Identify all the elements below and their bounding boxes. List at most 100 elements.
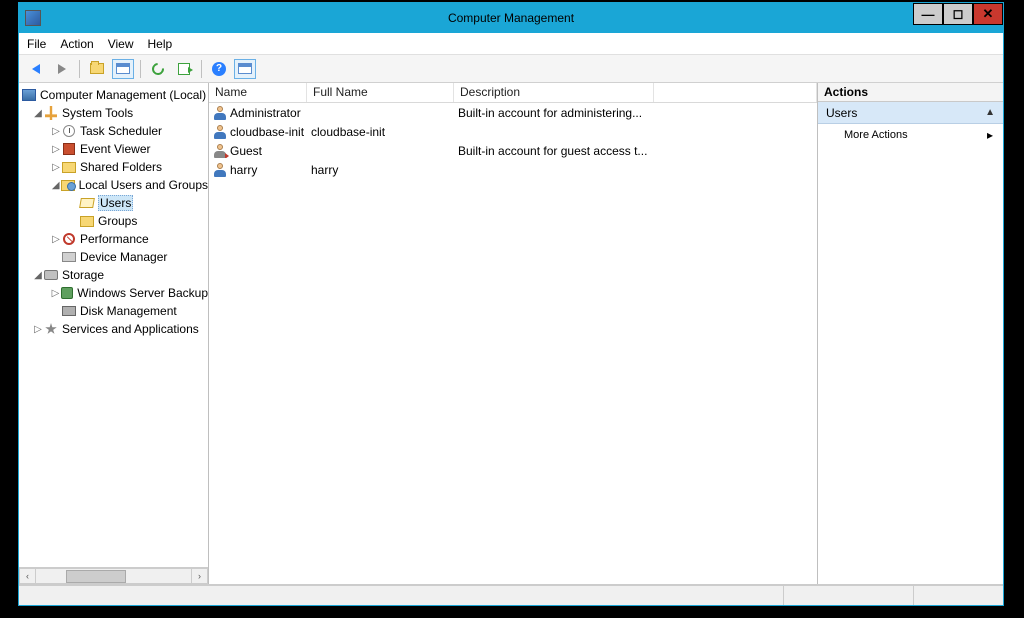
column-header-full-name[interactable]: Full Name — [307, 83, 454, 102]
folder-icon — [90, 63, 104, 74]
tools-icon — [45, 106, 57, 120]
tree-horizontal-scrollbar[interactable]: ‹ › — [19, 567, 208, 584]
actions-group-label: Users — [826, 106, 857, 120]
list-body[interactable]: Administrator Built-in account for admini… — [209, 103, 817, 584]
status-segment — [913, 586, 1003, 605]
arrow-left-icon — [32, 64, 40, 74]
help-icon: ? — [212, 62, 226, 76]
list-header: Name Full Name Description — [209, 83, 817, 103]
back-button[interactable] — [25, 59, 47, 79]
folder-icon — [80, 216, 94, 227]
tree-device-manager[interactable]: Device Manager — [19, 248, 208, 266]
window-controls: — ◻ ✕ — [913, 3, 1003, 25]
help-button[interactable]: ? — [208, 59, 230, 79]
scroll-track[interactable] — [36, 568, 191, 584]
show-hide-console-tree-button[interactable] — [112, 59, 134, 79]
collapse-icon[interactable]: ◢ — [33, 270, 43, 281]
tree-shared-folders[interactable]: ▷ Shared Folders — [19, 158, 208, 176]
cell-description: Built-in account for administering... — [454, 106, 817, 120]
menu-file[interactable]: File — [27, 37, 46, 51]
scroll-left-button[interactable]: ‹ — [19, 568, 36, 584]
status-segment — [19, 586, 783, 605]
action-more-actions[interactable]: More Actions ▸ — [818, 124, 1003, 146]
expand-icon[interactable]: ▷ — [33, 324, 43, 335]
cell-full-name: harry — [307, 163, 454, 177]
tree-pane: Computer Management (Local) ◢ System Too… — [19, 83, 209, 584]
list-pane: Name Full Name Description Administrator… — [209, 83, 818, 584]
export-icon — [178, 63, 190, 75]
computer-management-window: Computer Management — ◻ ✕ File Action Vi… — [18, 2, 1004, 606]
menu-help[interactable]: Help — [148, 37, 173, 51]
disk-icon — [62, 306, 76, 316]
toolbar: ? — [19, 55, 1003, 83]
user-row[interactable]: harry harry — [209, 160, 817, 179]
shared-folder-icon — [62, 162, 76, 173]
user-name: harry — [230, 163, 257, 177]
window-icon — [116, 63, 130, 74]
tree-users[interactable]: Users — [19, 194, 208, 212]
window-title: Computer Management — [448, 11, 574, 25]
main-area: Computer Management (Local) ◢ System Too… — [19, 83, 1003, 585]
app-icon — [25, 10, 41, 26]
menu-view[interactable]: View — [108, 37, 134, 51]
tree-performance[interactable]: ▷ Performance — [19, 230, 208, 248]
actions-group-users[interactable]: Users ▲ — [818, 102, 1003, 124]
expand-icon[interactable]: ▷ — [51, 234, 61, 245]
user-name: Guest — [230, 144, 262, 158]
column-header-description[interactable]: Description — [454, 83, 654, 102]
user-icon — [213, 125, 227, 139]
export-list-button[interactable] — [173, 59, 195, 79]
minimize-button[interactable]: — — [913, 3, 943, 25]
tree-groups[interactable]: Groups — [19, 212, 208, 230]
arrow-right-icon — [58, 64, 66, 74]
console-tree[interactable]: Computer Management (Local) ◢ System Too… — [19, 83, 208, 567]
close-button[interactable]: ✕ — [973, 3, 1003, 25]
tree-task-scheduler[interactable]: ▷ Task Scheduler — [19, 122, 208, 140]
tree-windows-server-backup[interactable]: ▷ Windows Server Backup — [19, 284, 208, 302]
tree-root[interactable]: Computer Management (Local) — [19, 86, 208, 104]
storage-icon — [44, 270, 58, 280]
statusbar — [19, 585, 1003, 605]
users-group-icon — [61, 180, 75, 191]
action-label: More Actions — [844, 129, 908, 141]
cell-description: Built-in account for guest access t... — [454, 144, 817, 158]
maximize-button[interactable]: ◻ — [943, 3, 973, 25]
user-row[interactable]: Administrator Built-in account for admini… — [209, 103, 817, 122]
event-icon — [63, 143, 75, 155]
tree-event-viewer[interactable]: ▷ Event Viewer — [19, 140, 208, 158]
user-row[interactable]: Guest Built-in account for guest access t… — [209, 141, 817, 160]
forward-button[interactable] — [51, 59, 73, 79]
toolbar-separator — [140, 60, 141, 78]
user-name: Administrator — [230, 106, 301, 120]
cell-name: cloudbase-init — [209, 125, 307, 139]
titlebar[interactable]: Computer Management — ◻ ✕ — [19, 3, 1003, 33]
expand-icon[interactable]: ▷ — [51, 162, 61, 173]
tree-storage[interactable]: ◢ Storage — [19, 266, 208, 284]
expand-icon[interactable]: ▷ — [51, 126, 61, 137]
refresh-button[interactable] — [147, 59, 169, 79]
cell-name: harry — [209, 163, 307, 177]
scroll-thumb[interactable] — [66, 570, 126, 583]
column-header-blank[interactable] — [654, 83, 817, 102]
menu-action[interactable]: Action — [60, 37, 93, 51]
user-row[interactable]: cloudbase-initcloudbase-init — [209, 122, 817, 141]
tree-local-users-groups[interactable]: ◢ Local Users and Groups — [19, 176, 208, 194]
user-icon — [213, 106, 227, 120]
tree-system-tools[interactable]: ◢ System Tools — [19, 104, 208, 122]
tree-disk-management[interactable]: Disk Management — [19, 302, 208, 320]
up-button[interactable] — [86, 59, 108, 79]
expand-icon[interactable]: ▷ — [51, 288, 60, 299]
services-icon — [45, 323, 57, 335]
tree-services-apps[interactable]: ▷ Services and Applications — [19, 320, 208, 338]
refresh-icon — [150, 60, 167, 77]
show-hide-action-pane-button[interactable] — [234, 59, 256, 79]
scroll-right-button[interactable]: › — [191, 568, 208, 584]
toolbar-separator — [79, 60, 80, 78]
column-header-name[interactable]: Name — [209, 83, 307, 102]
collapse-icon[interactable]: ◢ — [51, 180, 60, 191]
actions-title: Actions — [818, 83, 1003, 102]
user-icon — [213, 163, 227, 177]
expand-icon[interactable]: ▷ — [51, 144, 61, 155]
menubar: File Action View Help — [19, 33, 1003, 55]
collapse-icon[interactable]: ◢ — [33, 108, 43, 119]
